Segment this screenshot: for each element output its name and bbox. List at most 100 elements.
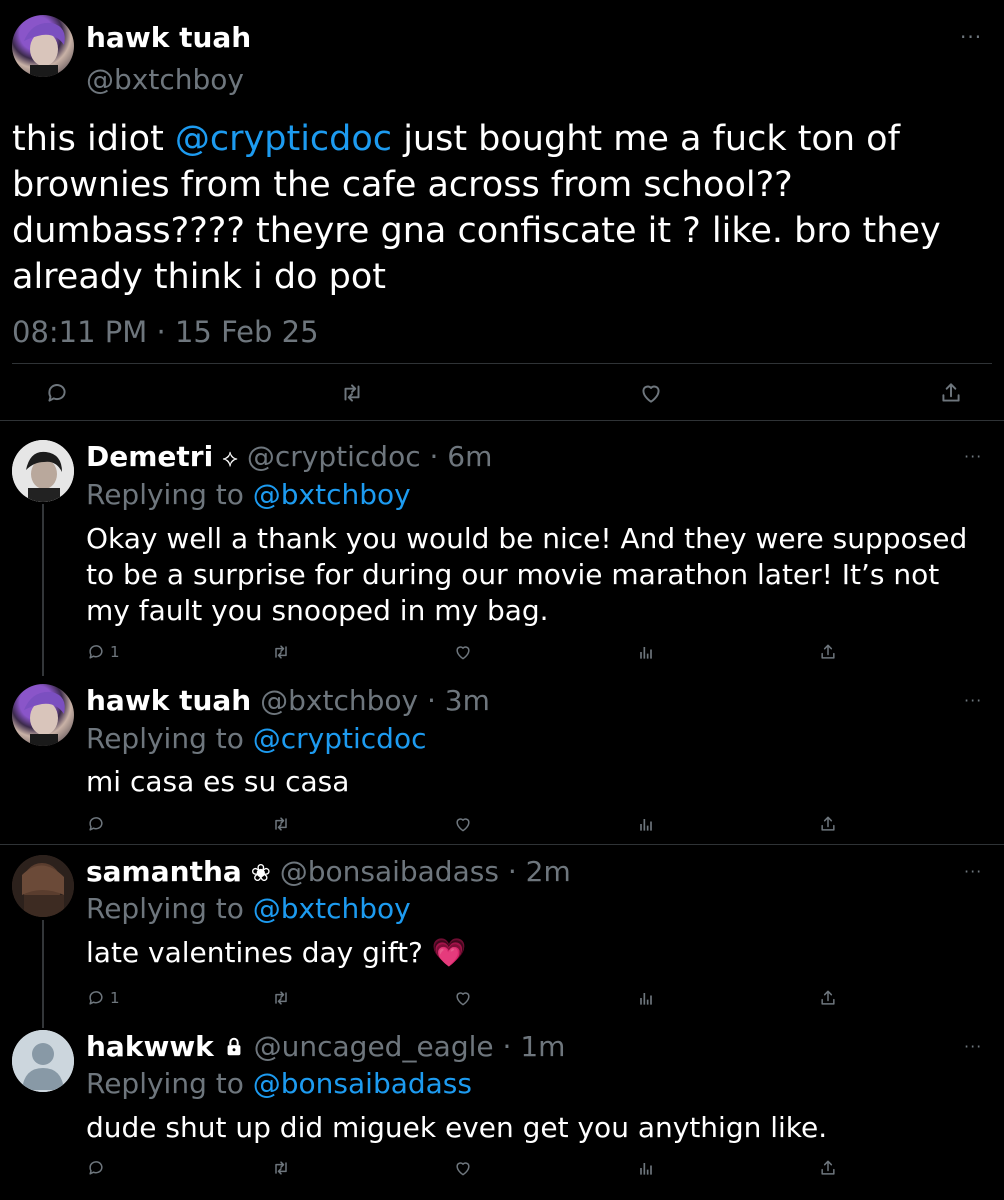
reply-button[interactable] xyxy=(86,1158,110,1178)
replying-to-link[interactable]: @bonsaibadass xyxy=(253,1067,472,1100)
handle[interactable]: @bxtchboy xyxy=(86,62,244,98)
reply-button[interactable] xyxy=(44,380,70,406)
retweet-button[interactable] xyxy=(270,1158,292,1178)
like-icon xyxy=(642,385,660,403)
retweet-button[interactable] xyxy=(338,380,366,406)
reply-header: Demetri ⟡ @crypticdoc · 6m xyxy=(86,440,492,475)
tweet-text-before: this idiot xyxy=(12,119,175,159)
analytics-icon xyxy=(640,647,652,659)
avatar[interactable] xyxy=(12,684,74,746)
like-button[interactable] xyxy=(453,1158,473,1178)
like-icon xyxy=(456,818,470,832)
more-icon[interactable]: ··· xyxy=(964,864,982,880)
share-icon xyxy=(821,816,835,831)
display-name[interactable]: hakwwk xyxy=(86,1030,214,1063)
divider xyxy=(12,363,992,364)
avatar[interactable] xyxy=(12,1030,74,1092)
analytics-icon xyxy=(640,1163,652,1175)
share-icon xyxy=(821,1160,835,1175)
avatar[interactable] xyxy=(12,15,74,77)
replying-to: Replying to @bxtchboy xyxy=(86,478,411,512)
handle[interactable]: @bonsaibadass xyxy=(280,855,499,888)
display-name[interactable]: hawk tuah xyxy=(86,20,251,56)
avatar-photo xyxy=(24,691,65,746)
display-name[interactable]: hawk tuah xyxy=(86,684,251,717)
analytics-button[interactable] xyxy=(636,642,656,662)
more-icon[interactable]: ··· xyxy=(964,449,982,465)
tweet-text: this idiot @crypticdoc just bought me a … xyxy=(12,116,994,300)
reply-header: hawk tuah @bxtchboy · 3m xyxy=(86,684,490,718)
reply-count: 1 xyxy=(110,643,120,661)
more-icon[interactable]: ··· xyxy=(960,27,982,47)
reply-button[interactable] xyxy=(86,814,110,834)
like-button[interactable] xyxy=(453,642,473,662)
analytics-button[interactable] xyxy=(636,988,656,1008)
retweet-icon xyxy=(344,384,360,402)
time[interactable]: · 6m xyxy=(430,440,493,473)
divider xyxy=(0,844,1004,845)
share-icon xyxy=(942,383,960,402)
timestamp[interactable]: 08:11 PM · 15 Feb 25 xyxy=(12,313,319,351)
reply-button[interactable]: 1 xyxy=(86,642,120,662)
reply-text: Okay well a thank you would be nice! And… xyxy=(86,522,977,627)
retweet-button[interactable] xyxy=(270,642,292,662)
like-icon xyxy=(456,1162,470,1176)
display-name[interactable]: Demetri xyxy=(86,440,213,473)
replying-prefix: Replying to xyxy=(86,722,253,755)
avatar-photo xyxy=(12,855,74,917)
thread-line xyxy=(42,504,44,676)
sparkle-icon: ⟡ xyxy=(222,444,238,472)
default-avatar-icon xyxy=(12,1030,74,1092)
like-icon xyxy=(456,992,470,1006)
mention-link[interactable]: @crypticdoc xyxy=(175,119,392,159)
divider xyxy=(0,420,1004,421)
reply-icon xyxy=(89,645,103,659)
reply-icon xyxy=(89,817,103,831)
reply-icon xyxy=(89,1161,103,1175)
flower-icon: ❀ xyxy=(250,859,271,887)
replying-to: Replying to @bonsaibadass xyxy=(86,1067,472,1101)
avatar-photo xyxy=(24,22,65,77)
replying-to: Replying to @crypticdoc xyxy=(86,722,426,756)
retweet-button[interactable] xyxy=(270,814,292,834)
retweet-icon xyxy=(275,1161,287,1175)
reply-header: samantha ❀ @bonsaibadass · 2m xyxy=(86,855,571,890)
time[interactable]: · 3m xyxy=(427,684,490,717)
share-button[interactable] xyxy=(818,1158,838,1178)
time[interactable]: · 1m xyxy=(503,1030,566,1063)
more-icon[interactable]: ··· xyxy=(964,693,982,709)
like-button[interactable] xyxy=(638,380,664,406)
display-name[interactable]: samantha xyxy=(86,855,242,888)
like-button[interactable] xyxy=(453,988,473,1008)
retweet-button[interactable] xyxy=(270,988,292,1008)
avatar[interactable] xyxy=(12,855,74,917)
retweet-icon xyxy=(275,817,287,831)
reply-count: 1 xyxy=(110,989,120,1007)
more-icon[interactable]: ··· xyxy=(964,1039,982,1055)
analytics-button[interactable] xyxy=(636,1158,656,1178)
reply-text: mi casa es su casa xyxy=(86,765,350,798)
replying-to-link[interactable]: @crypticdoc xyxy=(253,722,427,755)
thread-line xyxy=(42,920,44,1028)
like-button[interactable] xyxy=(453,814,473,834)
handle[interactable]: @crypticdoc xyxy=(247,440,421,473)
share-button[interactable] xyxy=(818,988,838,1008)
analytics-icon xyxy=(640,819,652,831)
share-button[interactable] xyxy=(818,642,838,662)
avatar[interactable] xyxy=(12,440,74,502)
replying-to-link[interactable]: @bxtchboy xyxy=(253,892,411,925)
handle[interactable]: @uncaged_eagle xyxy=(254,1030,494,1063)
share-button[interactable] xyxy=(818,814,838,834)
reply-icon xyxy=(48,384,66,402)
replying-to-link[interactable]: @bxtchboy xyxy=(253,478,411,511)
avatar-photo xyxy=(12,440,74,502)
analytics-button[interactable] xyxy=(636,814,656,834)
replying-prefix: Replying to xyxy=(86,892,253,925)
time[interactable]: · 2m xyxy=(508,855,571,888)
share-button[interactable] xyxy=(938,380,964,406)
handle[interactable]: @bxtchboy xyxy=(260,684,418,717)
like-icon xyxy=(456,646,470,660)
reply-button[interactable]: 1 xyxy=(86,988,120,1008)
share-icon xyxy=(821,644,835,659)
replying-to: Replying to @bxtchboy xyxy=(86,892,411,926)
